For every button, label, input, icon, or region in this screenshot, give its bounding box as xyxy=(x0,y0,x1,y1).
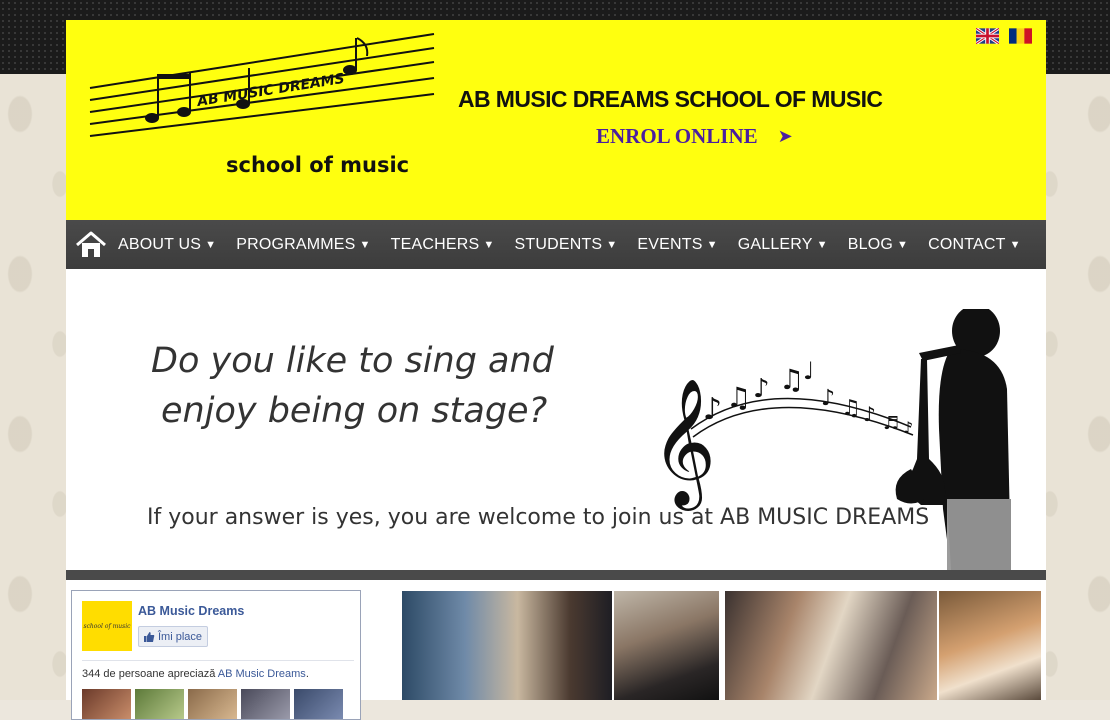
nav-item-gallery[interactable]: GALLERY ▼ xyxy=(738,236,828,254)
facebook-count-text: 344 de persoane apreciază xyxy=(82,668,216,680)
nav-item-label: EVENTS xyxy=(637,235,703,253)
nav-item-label: BLOG xyxy=(847,235,893,253)
nav-item-about-us[interactable]: ABOUT US ▼ xyxy=(118,236,216,254)
facebook-like-count: 344 de persoane apreciază AB Music Dream… xyxy=(82,668,309,680)
nav-item-programmes[interactable]: PROGRAMMES ▼ xyxy=(236,236,370,254)
svg-text:♩: ♩ xyxy=(803,357,814,385)
facebook-fan-faces xyxy=(82,689,343,719)
facebook-like-box: school of music AB Music Dreams Îmi plac… xyxy=(71,590,361,720)
caret-down-icon: ▼ xyxy=(205,238,217,251)
nav-item-students[interactable]: STUDENTS ▼ xyxy=(514,236,617,254)
enrol-online-label: ENROL ONLINE xyxy=(596,124,758,148)
fan-avatar[interactable] xyxy=(135,689,184,719)
site-header: AB MUSIC DREAMS school of music AB MUSIC… xyxy=(66,20,1046,220)
caret-down-icon: ▼ xyxy=(816,238,828,251)
thumbs-up-icon xyxy=(144,631,155,642)
caret-down-icon: ▼ xyxy=(706,238,718,251)
enrol-online-link[interactable]: ENROL ONLINE ➤ xyxy=(596,124,793,149)
logo-wordmark: AB MUSIC DREAMS xyxy=(195,71,346,110)
page-wrapper: AB MUSIC DREAMS school of music AB MUSIC… xyxy=(66,20,1046,720)
facebook-page-name-link[interactable]: AB Music Dreams xyxy=(138,604,244,618)
fan-avatar[interactable] xyxy=(294,689,343,719)
facebook-count-link[interactable]: AB Music Dreams xyxy=(218,668,306,680)
caret-down-icon: ▼ xyxy=(606,238,618,251)
fan-avatar[interactable] xyxy=(82,689,131,719)
fan-avatar[interactable] xyxy=(241,689,290,719)
svg-text:♫: ♫ xyxy=(779,363,804,396)
site-logo[interactable]: AB MUSIC DREAMS school of music xyxy=(88,32,436,184)
gallery-photo-laughing-boy[interactable] xyxy=(939,591,1041,700)
saxophone-player-illustration: 𝄞 ♪ ♫ ♪ ♫ ♩ ♪ ♫ ♪ ♬ ♪ xyxy=(651,309,1011,570)
nav-item-contact[interactable]: CONTACT ▼ xyxy=(928,236,1021,254)
avatar-wordmark: school of music xyxy=(83,622,131,630)
main-navigation: ABOUT US ▼ PROGRAMMES ▼ TEACHERS ▼ STUDE… xyxy=(66,220,1046,269)
facebook-like-button[interactable]: Îmi place xyxy=(138,626,209,647)
hero-banner[interactable]: Do you like to sing and enjoy being on s… xyxy=(66,269,1046,570)
logo-tagline: school of music xyxy=(226,153,409,177)
facebook-count-suffix: . xyxy=(305,668,309,680)
svg-text:♫: ♫ xyxy=(726,381,751,414)
language-switcher xyxy=(976,28,1032,44)
fan-avatar[interactable] xyxy=(188,689,237,719)
nav-item-teachers[interactable]: TEACHERS ▼ xyxy=(391,236,495,254)
svg-text:♬: ♬ xyxy=(883,413,899,434)
hero-headline-line-2: enjoy being on stage? xyxy=(161,391,548,431)
caret-down-icon: ▼ xyxy=(1009,238,1021,251)
nav-item-label: ABOUT US xyxy=(118,235,202,253)
flag-uk-icon[interactable] xyxy=(976,28,999,44)
facebook-like-label: Îmi place xyxy=(158,630,203,643)
nav-item-label: TEACHERS xyxy=(390,235,480,253)
section-divider xyxy=(66,570,1046,580)
facebook-page-avatar[interactable]: school of music xyxy=(82,601,132,651)
home-icon[interactable] xyxy=(75,231,107,259)
gallery-photo-young-singer[interactable] xyxy=(614,591,719,700)
caret-down-icon: ▼ xyxy=(359,238,371,251)
nav-item-events[interactable]: EVENTS ▼ xyxy=(637,236,717,254)
nav-item-blog[interactable]: BLOG ▼ xyxy=(848,236,908,254)
hero-headline-line-1: Do you like to sing and xyxy=(151,341,554,381)
nav-item-label: CONTACT xyxy=(928,235,1006,253)
facebook-separator xyxy=(82,660,354,661)
gallery-photo-singer[interactable] xyxy=(402,591,612,700)
caret-down-icon: ▼ xyxy=(897,238,909,251)
nav-item-label: GALLERY xyxy=(737,235,813,253)
caret-down-icon: ▼ xyxy=(483,238,495,251)
photo-gallery-strip xyxy=(402,591,1042,700)
site-title: AB MUSIC DREAMS SCHOOL OF MUSIC xyxy=(458,86,883,112)
hero-invitation-text: If your answer is yes, you are welcome t… xyxy=(147,505,930,530)
nav-item-label: STUDENTS xyxy=(514,235,603,253)
arrow-right-icon: ➤ xyxy=(777,126,793,147)
svg-text:♪: ♪ xyxy=(821,386,835,411)
flag-romania-icon[interactable] xyxy=(1009,28,1032,44)
nav-item-label: PROGRAMMES xyxy=(236,235,356,253)
gallery-photo-students[interactable] xyxy=(725,591,937,700)
